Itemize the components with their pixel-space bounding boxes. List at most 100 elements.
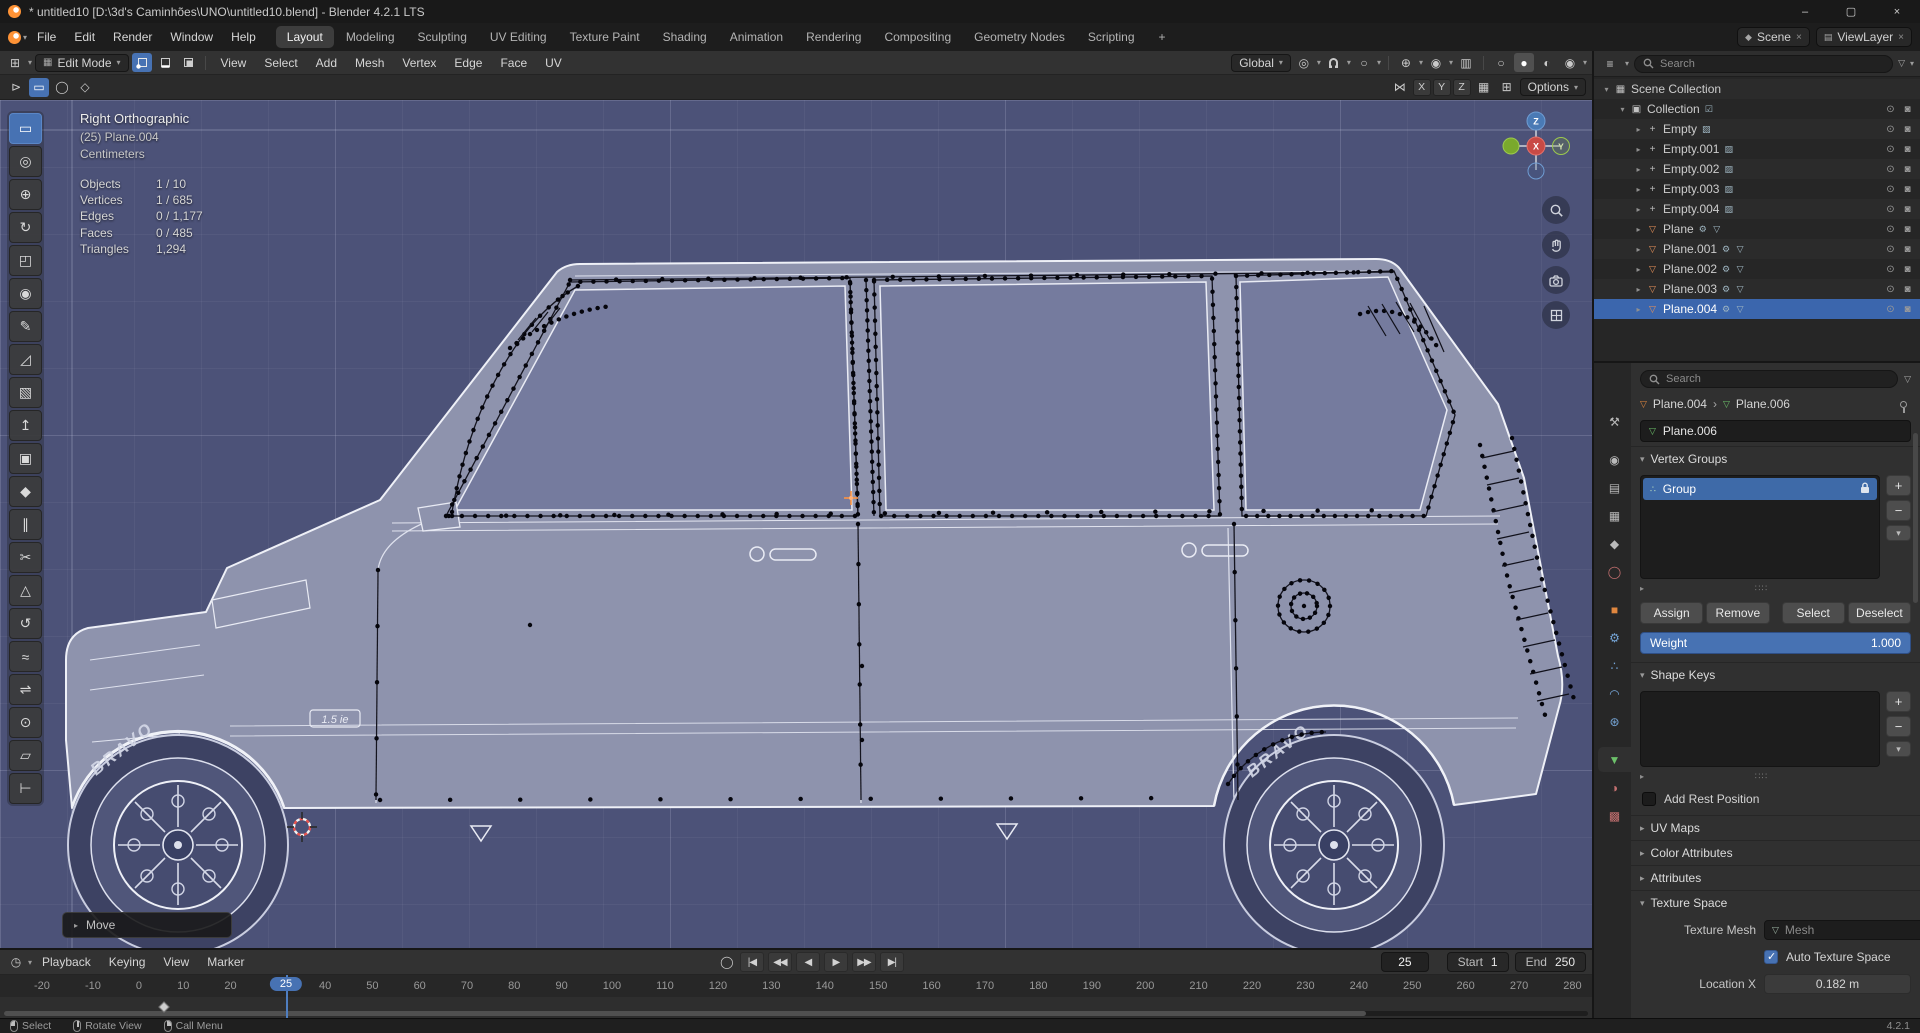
pivot-point-icon[interactable]: ◎ xyxy=(1294,53,1314,72)
shading-wireframe-icon[interactable]: ○ xyxy=(1491,53,1511,72)
properties-filter-icon[interactable]: ▽ xyxy=(1904,374,1911,385)
options-dropdown[interactable]: Options ▾ xyxy=(1519,78,1586,96)
list-resize-grip[interactable]: ∷∷ xyxy=(1755,583,1768,594)
vertex-groups-list[interactable]: ∴ Group xyxy=(1640,475,1880,579)
properties-search-input[interactable] xyxy=(1666,373,1890,385)
workspace-tab-modeling[interactable]: Modeling xyxy=(335,26,406,48)
vertex-select-mode-button[interactable] xyxy=(131,53,152,72)
navigation-gizmo[interactable]: Z Y X xyxy=(1494,106,1578,190)
timeline-frame-tick[interactable]: 250 xyxy=(1403,980,1421,992)
timeline-frame-tick[interactable]: 110 xyxy=(656,980,674,992)
auto-texture-space-checkbox[interactable] xyxy=(1764,950,1778,964)
tool-select-box[interactable]: ▭ xyxy=(9,113,42,144)
attributes-section-header[interactable]: Attributes xyxy=(1631,865,1920,890)
snap-magnet-icon[interactable] xyxy=(1324,53,1344,72)
previous-keyframe-button[interactable]: ◀◀ xyxy=(767,952,792,972)
tool-move[interactable]: ⊕ xyxy=(9,179,42,210)
operator-panel[interactable]: ▸ Move xyxy=(62,912,232,938)
disclosure-icon[interactable]: ▸ xyxy=(1632,185,1645,194)
data-crumb-label[interactable]: Plane.006 xyxy=(1736,397,1790,411)
tweak-select-icon[interactable]: ⊳ xyxy=(6,78,26,97)
tool-shrink-fatten[interactable]: ⊙ xyxy=(9,707,42,738)
lock-icon[interactable] xyxy=(1860,482,1870,497)
snap-grid-icon[interactable]: ⊞ xyxy=(1497,78,1517,97)
workspace-tab-layout[interactable]: Layout xyxy=(275,26,334,48)
viewport-menu[interactable]: Select xyxy=(256,53,305,73)
current-frame-field[interactable]: 25 xyxy=(1381,952,1429,972)
shape-keys-section-header[interactable]: Shape Keys xyxy=(1631,662,1920,687)
timeline-frame-tick[interactable]: 230 xyxy=(1296,980,1314,992)
end-frame-field[interactable]: End 250 xyxy=(1514,952,1586,972)
texture-mesh-input[interactable] xyxy=(1784,923,1920,937)
timeline-frame-tick[interactable]: 150 xyxy=(869,980,887,992)
weight-slider[interactable]: Weight 1.000 xyxy=(1640,632,1911,654)
outliner-row-plane-003[interactable]: ▸ ▽ Plane.003 ⚙ ▽ ⊙ ◙ xyxy=(1594,279,1920,299)
timeline-frame-tick[interactable]: 40 xyxy=(319,980,331,992)
viewport-menu[interactable]: Mesh xyxy=(347,53,392,73)
toggle-xray-icon[interactable]: ▥ xyxy=(1456,53,1476,72)
circle-select-icon[interactable]: ◯ xyxy=(52,78,72,97)
tab-object[interactable]: ■ xyxy=(1598,597,1631,622)
timeline-menu[interactable]: Playback xyxy=(34,952,99,972)
disclosure-icon[interactable]: ▸ xyxy=(1632,245,1645,254)
disable-in-render-icon[interactable]: ◙ xyxy=(1899,284,1916,295)
workspace-tab-compositing[interactable]: Compositing xyxy=(873,26,962,48)
play-reverse-button[interactable]: ◀ xyxy=(795,952,820,972)
outliner-row-empty[interactable]: ▸ + Empty ▨ ⊙ ◙ xyxy=(1594,119,1920,139)
workspace-tab-animation[interactable]: Animation xyxy=(719,26,794,48)
disclosure-icon[interactable]: ▸ xyxy=(1632,165,1645,174)
outliner-filter-icon[interactable]: ▽ xyxy=(1898,58,1905,69)
timeline-ruler[interactable]: -20-100102030405060708090100110120130140… xyxy=(0,975,1592,997)
hide-in-viewport-icon[interactable]: ⊙ xyxy=(1882,104,1899,115)
tab-view-layer[interactable]: ▦ xyxy=(1598,503,1631,528)
tool-spin[interactable]: ↺ xyxy=(9,608,42,639)
timeline-menu[interactable]: Keying xyxy=(101,952,154,972)
disable-in-render-icon[interactable]: ◙ xyxy=(1899,124,1916,135)
disclosure-icon[interactable]: ▸ xyxy=(1632,285,1645,294)
add-workspace-button[interactable]: + xyxy=(1148,26,1177,48)
hide-in-viewport-icon[interactable]: ⊙ xyxy=(1882,164,1899,175)
timeline-frame-tick[interactable]: 220 xyxy=(1243,980,1261,992)
vertex-group-item[interactable]: ∴ Group xyxy=(1643,478,1877,500)
remove-vertex-group-button[interactable]: − xyxy=(1886,500,1911,521)
timeline-frame-tick[interactable]: 20 xyxy=(224,980,236,992)
timeline-frame-tick[interactable]: 140 xyxy=(816,980,834,992)
unlink-scene-icon[interactable]: × xyxy=(1796,32,1802,43)
hide-in-viewport-icon[interactable]: ⊙ xyxy=(1882,264,1899,275)
timeline-frame-tick[interactable]: 60 xyxy=(414,980,426,992)
color-attributes-section-header[interactable]: Color Attributes xyxy=(1631,840,1920,865)
timeline-frame-tick[interactable]: 280 xyxy=(1563,980,1581,992)
shading-material-icon[interactable]: ◐ xyxy=(1537,53,1557,72)
vertex-group-specials-icon[interactable]: ▾ xyxy=(1886,525,1911,541)
location-x-field[interactable]: 0.182 m xyxy=(1764,974,1911,994)
disclosure-icon[interactable]: ▸ xyxy=(1632,125,1645,134)
viewport-menu[interactable]: Vertex xyxy=(394,53,444,73)
list-filter-expand-icon[interactable]: ▸ xyxy=(1640,584,1644,593)
minimize-button[interactable]: – xyxy=(1782,0,1828,23)
timeline-frame-tick[interactable]: 70 xyxy=(461,980,473,992)
tab-material[interactable]: ◑ xyxy=(1598,775,1631,800)
timeline-frame-tick[interactable]: 200 xyxy=(1136,980,1154,992)
texture-mesh-field[interactable]: ▽ xyxy=(1764,920,1920,940)
add-shape-key-button[interactable]: + xyxy=(1886,691,1911,712)
pin-icon[interactable] xyxy=(1900,400,1907,413)
shading-rendered-icon[interactable]: ◉ xyxy=(1560,53,1580,72)
zoom-icon[interactable] xyxy=(1542,196,1570,224)
timeline-frame-tick[interactable]: 50 xyxy=(366,980,378,992)
view-layer-selector[interactable]: ▤ ViewLayer × xyxy=(1815,27,1912,47)
next-keyframe-button[interactable]: ▶▶ xyxy=(851,952,876,972)
workspace-tab-scripting[interactable]: Scripting xyxy=(1077,26,1146,48)
timeline-frame-tick[interactable]: 260 xyxy=(1456,980,1474,992)
play-button[interactable]: ▶ xyxy=(823,952,848,972)
tool-shear[interactable]: ▱ xyxy=(9,740,42,771)
show-gizmo-icon[interactable]: ⊕ xyxy=(1396,53,1416,72)
hide-in-viewport-icon[interactable]: ⊙ xyxy=(1882,284,1899,295)
timeline-frame-tick[interactable]: 100 xyxy=(603,980,621,992)
disclosure-icon[interactable]: ▸ xyxy=(1632,145,1645,154)
disclosure-icon[interactable]: ▾ xyxy=(1616,105,1629,114)
tab-object-data[interactable]: ▼ xyxy=(1598,747,1631,772)
outliner-row-collection[interactable]: ▾ ▣ Collection ☑ ⊙ ◙ xyxy=(1594,99,1920,119)
timeline-frame-tick[interactable]: 170 xyxy=(976,980,994,992)
show-overlays-icon[interactable]: ◉ xyxy=(1426,53,1446,72)
properties-search[interactable] xyxy=(1640,370,1899,388)
